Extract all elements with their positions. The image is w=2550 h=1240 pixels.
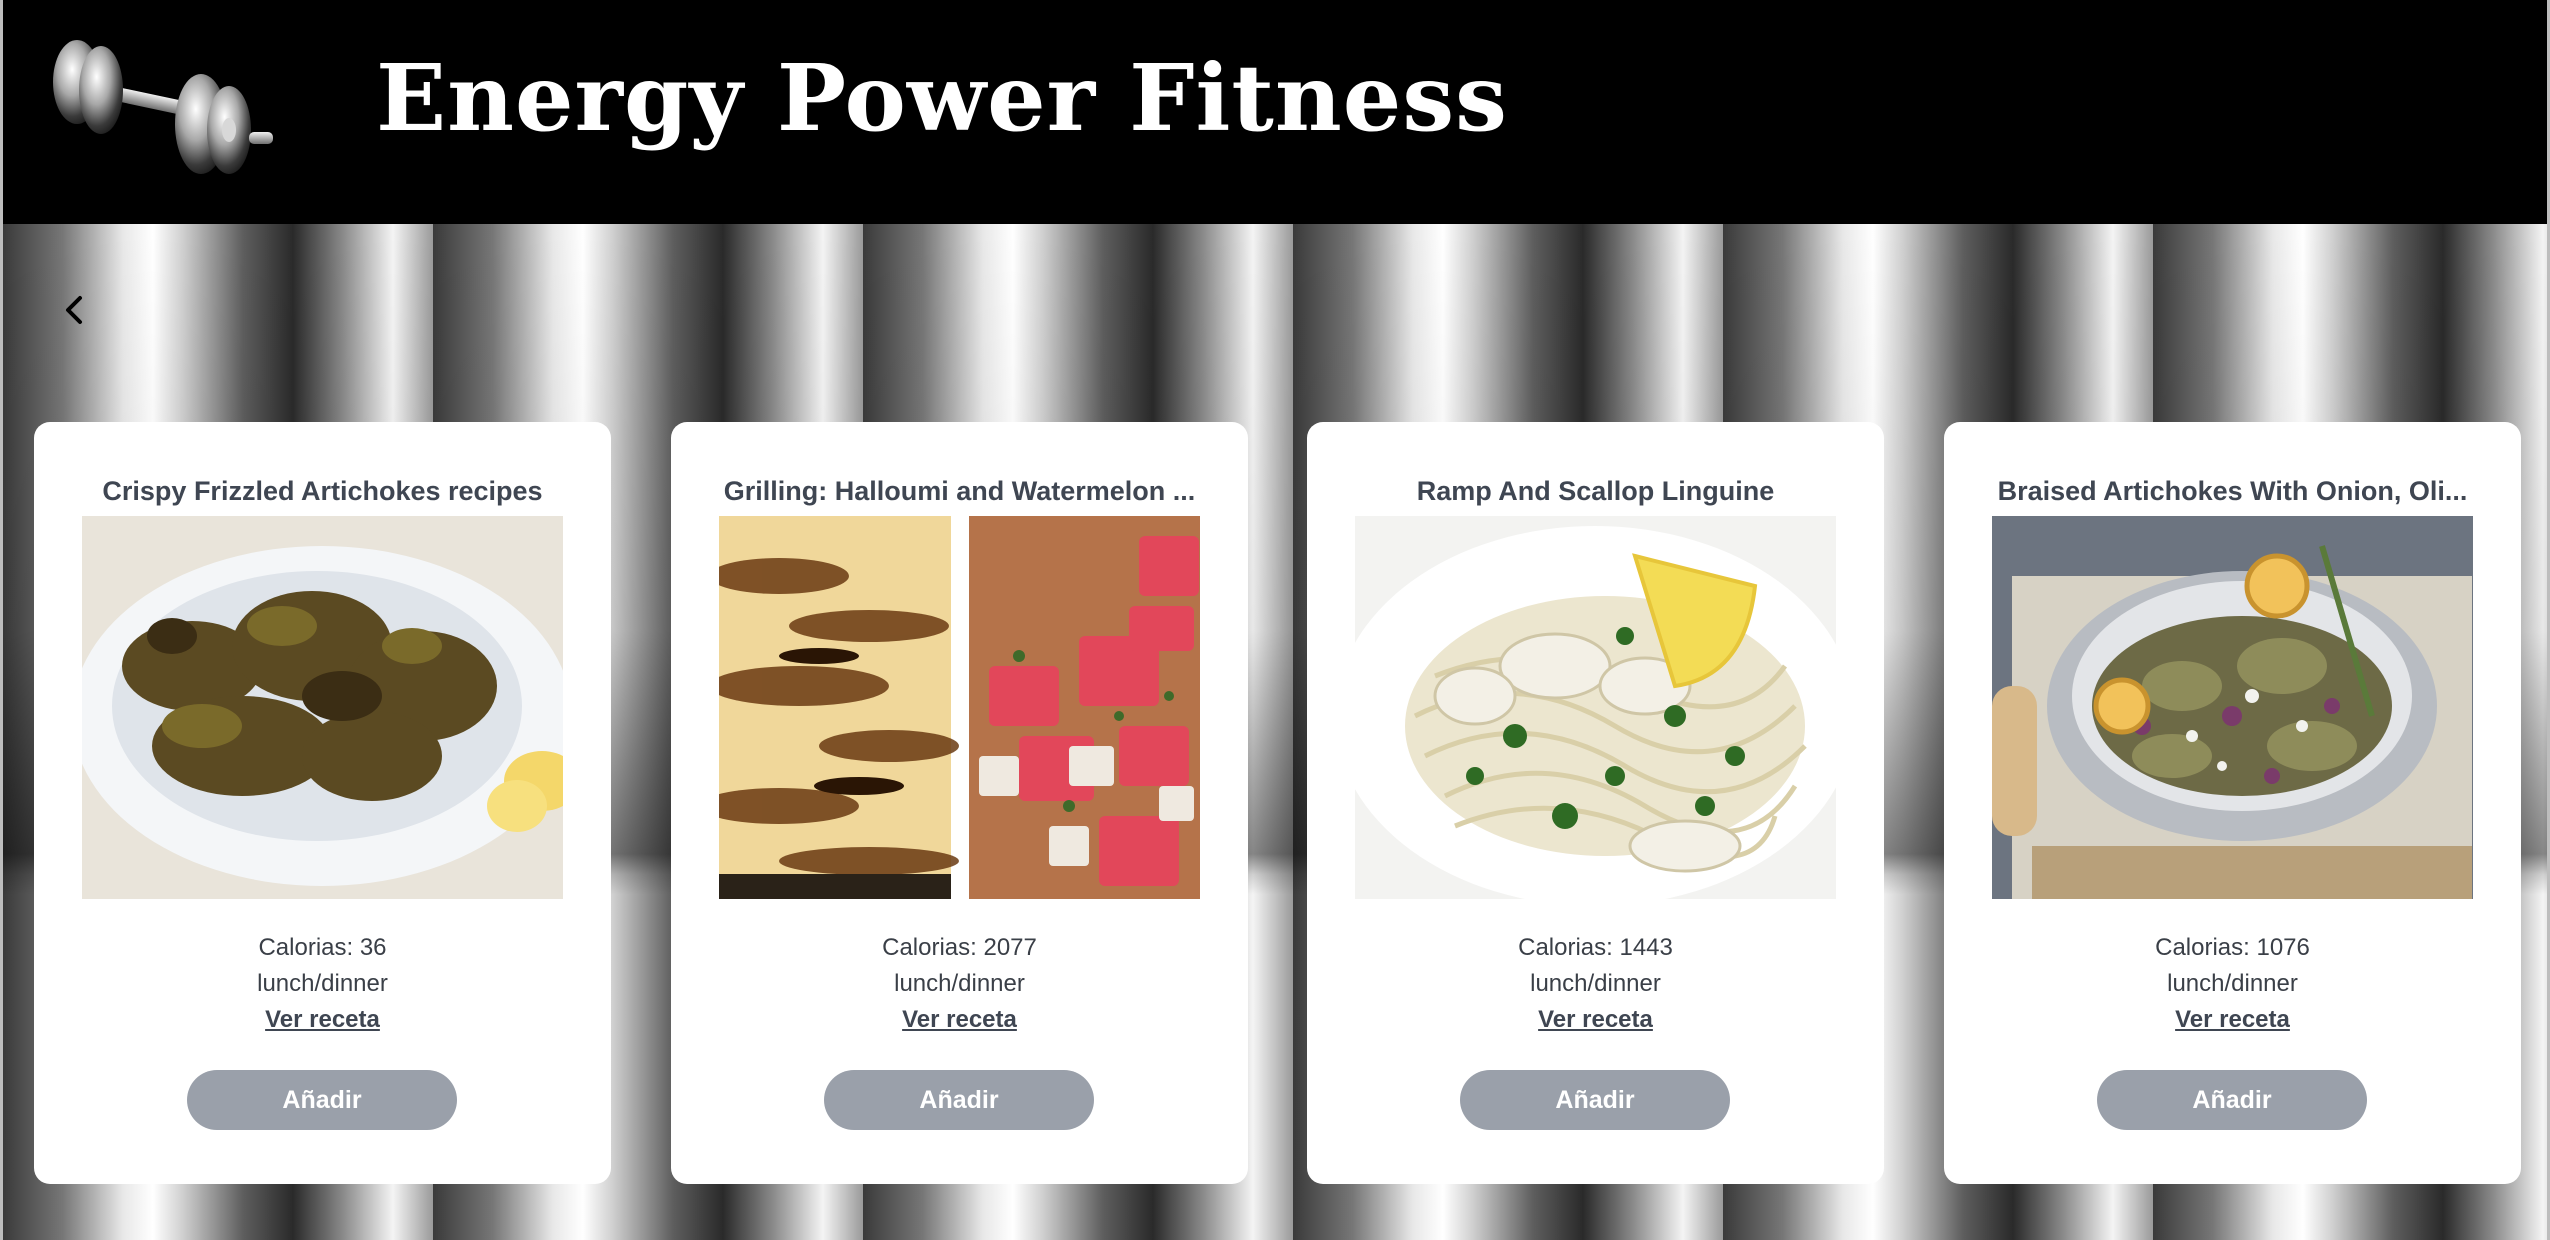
recipe-title: Crispy Frizzled Artichokes recipes (102, 476, 543, 506)
view-recipe-link[interactable]: Ver receta (1307, 1006, 1884, 1034)
recipe-title: Braised Artichokes With Onion, Oli... (1997, 476, 2468, 506)
site-title: Energy Power Fitness (376, 44, 1508, 152)
recipe-meal-type: lunch/dinner (1530, 970, 1661, 997)
dumbbell-logo-icon (41, 34, 277, 180)
recipe-card: Ramp And Scallop Linguine Calorias: 1443… (1307, 422, 1884, 1184)
recipe-card: Crispy Frizzled Artichokes recipes Calor… (34, 422, 611, 1184)
add-button[interactable]: Añadir (824, 1070, 1094, 1130)
site-header: Energy Power Fitness (0, 0, 2550, 224)
back-button[interactable] (57, 288, 91, 332)
recipe-meal-type: lunch/dinner (894, 970, 1025, 997)
recipe-calories: Calorias: 1443 (1518, 934, 1673, 961)
add-button[interactable]: Añadir (187, 1070, 457, 1130)
view-recipe-link[interactable]: Ver receta (1944, 1006, 2521, 1034)
recipe-image (1355, 516, 1836, 899)
recipe-card: Grilling: Halloumi and Watermelon ... Ca… (671, 422, 1248, 1184)
add-button[interactable]: Añadir (2097, 1070, 2367, 1130)
add-button[interactable]: Añadir (1460, 1070, 1730, 1130)
recipe-card: Braised Artichokes With Onion, Oli... Ca… (1944, 422, 2521, 1184)
recipe-image (82, 516, 563, 899)
chevron-left-icon (66, 296, 82, 324)
recipe-meal-type: lunch/dinner (2167, 970, 2298, 997)
recipe-calories: Calorias: 2077 (882, 934, 1037, 961)
recipe-carousel: Crispy Frizzled Artichokes recipes Calor… (0, 224, 2550, 1240)
recipe-title: Ramp And Scallop Linguine (1416, 476, 1775, 506)
view-recipe-link[interactable]: Ver receta (671, 1006, 1248, 1034)
recipe-image (1992, 516, 2473, 899)
recipe-image (719, 516, 1200, 899)
view-recipe-link[interactable]: Ver receta (34, 1006, 611, 1034)
recipe-calories: Calorias: 1076 (2155, 934, 2310, 961)
recipe-meal-type: lunch/dinner (257, 970, 388, 997)
recipe-title: Grilling: Halloumi and Watermelon ... (723, 476, 1196, 506)
recipe-calories: Calorias: 36 (258, 934, 387, 961)
